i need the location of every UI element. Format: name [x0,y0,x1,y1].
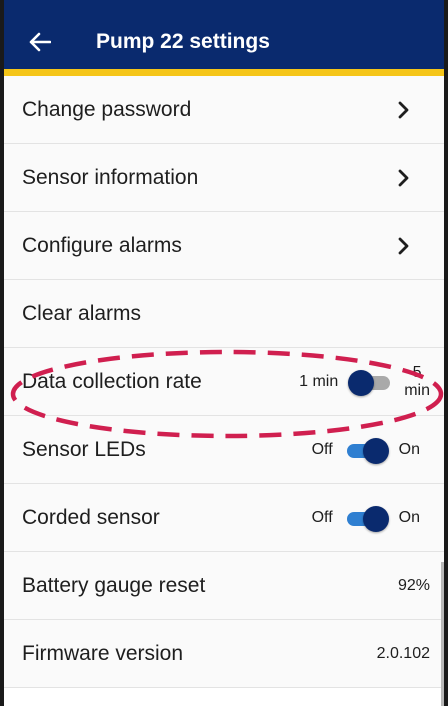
battery-gauge-reset-item[interactable]: Battery gauge reset 92% [0,552,448,620]
settings-list: Change password Sensor information Confi… [0,76,448,688]
corded-sensor-toggle[interactable] [343,504,389,532]
sensor-leds-row: Sensor LEDs Off On [0,416,448,484]
arrow-left-icon [29,32,51,52]
rate-option-5min-unit: min [404,381,430,399]
firmware-version-row: Firmware version 2.0.102 [0,620,448,688]
data-collection-rate-toggle[interactable] [348,368,394,396]
firmware-version-value: 2.0.102 [376,644,430,662]
sensor-leds-toggle[interactable] [343,436,389,464]
sensor-leds-label: Sensor LEDs [22,437,146,461]
chevron-right-icon [398,101,409,118]
data-collection-rate-control: 1 min 5 min [299,364,430,400]
clear-alarms-label: Clear alarms [22,301,142,325]
corded-sensor-label: Corded sensor [22,505,160,529]
battery-gauge-reset-label: Battery gauge reset [22,573,206,597]
sensor-information-label: Sensor information [22,165,199,189]
configure-alarms-item[interactable]: Configure alarms [0,212,448,280]
toggle-knob [362,505,389,532]
app-bar: Pump 22 settings [0,0,448,76]
battery-gauge-value: 92% [397,576,430,594]
data-collection-rate-label: Data collection rate [22,369,202,393]
change-password-item[interactable]: Change password [0,76,448,144]
sensor-information-item[interactable]: Sensor information [0,144,448,212]
corded-sensor-control: Off On [312,504,420,532]
chevron-right-icon [398,237,409,254]
toggle-knob [348,369,375,396]
corded-sensor-row: Corded sensor Off On [0,484,448,552]
chevron-right-icon [398,169,409,186]
page-title: Pump 22 settings [96,30,270,53]
corded-sensor-on-label: On [398,508,420,526]
scrollbar[interactable] [441,562,444,706]
rate-option-5min: 5 min [404,364,430,400]
corded-sensor-off-label: Off [311,508,333,526]
configure-alarms-label: Configure alarms [22,233,182,257]
sensor-leds-on-label: On [398,440,420,458]
toggle-knob [362,437,389,464]
rate-option-5min-value: 5 [412,363,422,381]
firmware-version-label: Firmware version [22,641,184,665]
rate-option-1min: 1 min [299,372,339,390]
back-button[interactable] [20,22,60,62]
change-password-label: Change password [22,97,192,121]
sensor-leds-off-label: Off [311,440,333,458]
accent-stripe [0,69,448,76]
clear-alarms-item[interactable]: Clear alarms [0,280,448,348]
sensor-leds-control: Off On [312,436,420,464]
data-collection-rate-row: Data collection rate 1 min 5 min [0,348,448,416]
